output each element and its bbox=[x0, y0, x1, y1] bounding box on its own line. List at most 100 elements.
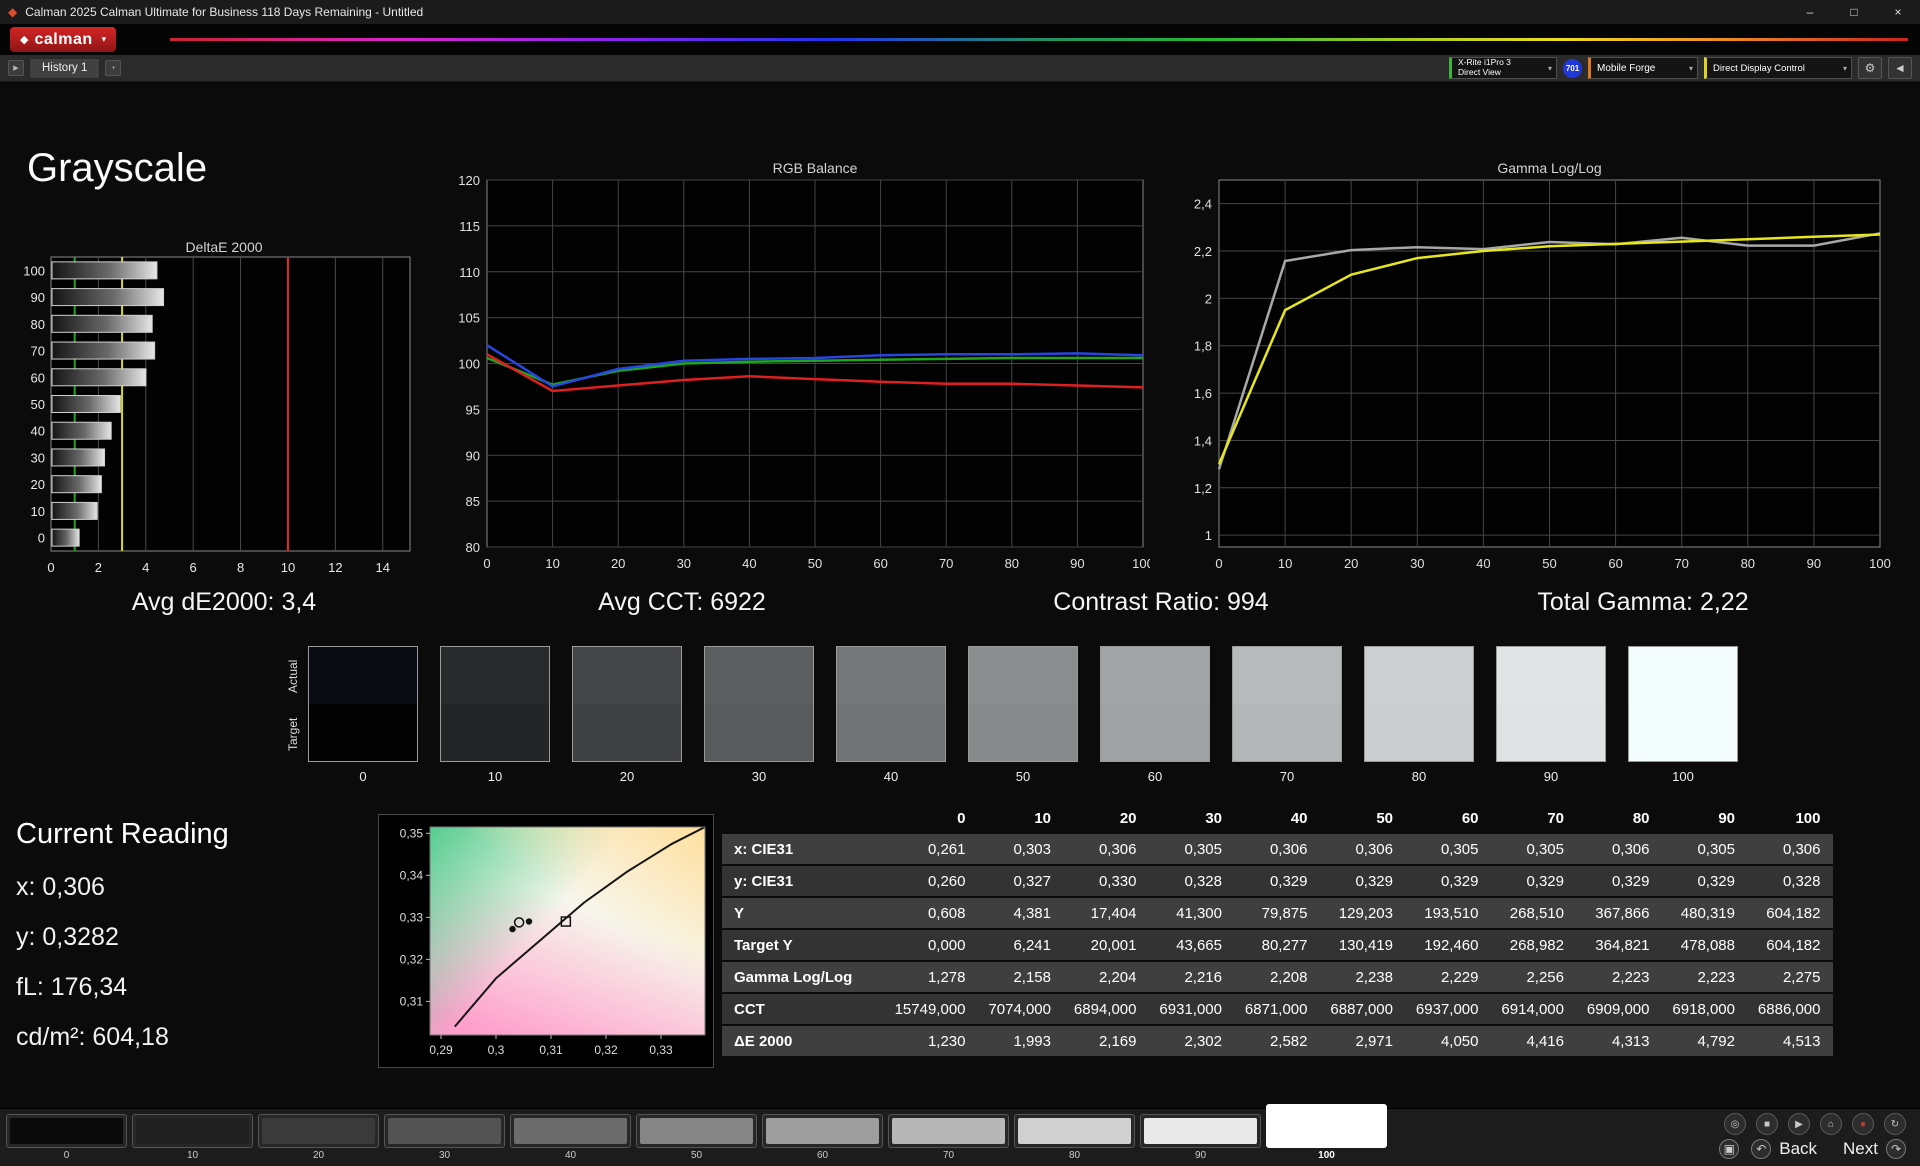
collapse-panel-button[interactable]: ◄ bbox=[1888, 57, 1912, 79]
svg-text:0,31: 0,31 bbox=[539, 1043, 563, 1057]
source-dropdown[interactable]: Mobile Forge ▾ bbox=[1588, 57, 1698, 79]
level-swatch-frame bbox=[132, 1114, 253, 1148]
table-cell: 4,050 bbox=[1405, 1026, 1491, 1056]
table-col-header: 50 bbox=[1376, 809, 1393, 827]
settings-button[interactable]: ⚙ bbox=[1858, 57, 1882, 79]
loop-button[interactable]: ↻ bbox=[1884, 1113, 1906, 1135]
next-button[interactable]: Next ↷ bbox=[1843, 1139, 1906, 1159]
current-reading-title: Current Reading bbox=[16, 818, 229, 850]
svg-text:40: 40 bbox=[1476, 556, 1490, 571]
cie-chart: 0,35 0,34 0,33 0,32 0,31 0,29 0,3 0,31 0,32 0,33 bbox=[400, 826, 706, 1057]
close-button[interactable]: × bbox=[1876, 0, 1920, 24]
svg-text:10: 10 bbox=[1278, 556, 1292, 571]
level-button-70[interactable]: 70 bbox=[888, 1114, 1009, 1162]
chevron-down-icon: ▾ bbox=[1547, 63, 1552, 73]
level-swatch bbox=[514, 1118, 627, 1144]
level-button-100[interactable]: 100 bbox=[1266, 1104, 1387, 1162]
table-cell: 6937,000 bbox=[1405, 994, 1491, 1024]
table-cell: 79,875 bbox=[1234, 898, 1320, 928]
calman-diamond-icon: ◆ bbox=[20, 34, 29, 46]
back-arrow-icon: ↶ bbox=[1751, 1139, 1772, 1159]
table-cell: 4,513 bbox=[1747, 1026, 1833, 1056]
layout-button[interactable]: ▣ bbox=[1719, 1139, 1740, 1159]
table-col-header: 40 bbox=[1290, 809, 1308, 827]
table-cell: 6886,000 bbox=[1747, 994, 1833, 1024]
history-prev-button[interactable]: ▶ bbox=[8, 60, 24, 76]
table-cell: 0,305 bbox=[1148, 834, 1234, 864]
calman-menu-button[interactable]: ◆ calman ▾ bbox=[10, 27, 117, 52]
home-button[interactable]: ⌂ bbox=[1820, 1113, 1842, 1135]
table-cell: 15749,000 bbox=[892, 994, 978, 1024]
grayscale-swatch-20: 20 bbox=[572, 646, 682, 784]
level-label: 80 bbox=[1068, 1150, 1081, 1161]
level-button-50[interactable]: 50 bbox=[636, 1114, 757, 1162]
svg-text:20: 20 bbox=[1344, 556, 1358, 571]
back-button[interactable]: ↶ Back bbox=[1751, 1139, 1817, 1159]
avg-cct-stat: Avg CCT: 6922 bbox=[598, 588, 766, 616]
reading-cdm2: cd/m²: 604,18 bbox=[16, 1023, 169, 1051]
table-cell: 2,208 bbox=[1234, 962, 1320, 992]
table-cell: 0,328 bbox=[1747, 866, 1833, 896]
table-cell: 478,088 bbox=[1661, 930, 1747, 960]
add-tab-button[interactable]: + bbox=[105, 60, 122, 76]
swatch-colors bbox=[968, 646, 1078, 762]
back-label: Back bbox=[1779, 1139, 1818, 1158]
avg-de2000-stat: Avg dE2000: 3,4 bbox=[131, 588, 317, 616]
svg-text:110: 110 bbox=[459, 265, 480, 280]
play-button[interactable]: ▶ bbox=[1788, 1113, 1810, 1135]
svg-text:0: 0 bbox=[1215, 556, 1222, 571]
level-button-80[interactable]: 80 bbox=[1014, 1114, 1135, 1162]
level-button-40[interactable]: 40 bbox=[510, 1114, 631, 1162]
level-button-20[interactable]: 20 bbox=[258, 1114, 379, 1162]
svg-text:2: 2 bbox=[95, 560, 102, 575]
table-cell: 17,404 bbox=[1063, 898, 1149, 928]
meter-dropdown[interactable]: X-Rite i1Pro 3 Direct View ▾ bbox=[1449, 57, 1557, 79]
table-cell: 2,216 bbox=[1148, 962, 1234, 992]
table-cell: 6,241 bbox=[977, 930, 1063, 960]
swatch-step-label: 70 bbox=[1279, 769, 1295, 784]
svg-text:0,29: 0,29 bbox=[429, 1043, 453, 1057]
meter-button[interactable]: ◎ bbox=[1724, 1113, 1746, 1135]
svg-text:90: 90 bbox=[1070, 556, 1084, 571]
level-swatch bbox=[136, 1118, 249, 1144]
record-button[interactable]: ● bbox=[1852, 1113, 1874, 1135]
svg-text:1,8: 1,8 bbox=[1194, 339, 1212, 354]
table-cell: 43,665 bbox=[1148, 930, 1234, 960]
maximize-button[interactable]: □ bbox=[1832, 0, 1876, 24]
svg-text:50: 50 bbox=[808, 556, 822, 571]
swatch-actual bbox=[309, 647, 417, 704]
stop-button[interactable]: ■ bbox=[1756, 1113, 1778, 1135]
table-row-label: y: CIE31 bbox=[722, 866, 892, 896]
minimize-button[interactable]: – bbox=[1788, 0, 1832, 24]
level-button-60[interactable]: 60 bbox=[762, 1114, 883, 1162]
level-button-30[interactable]: 30 bbox=[384, 1114, 505, 1162]
svg-text:80: 80 bbox=[31, 317, 45, 332]
level-button-10[interactable]: 10 bbox=[132, 1114, 253, 1162]
level-swatch-frame bbox=[258, 1114, 379, 1148]
svg-text:105: 105 bbox=[458, 311, 480, 326]
table-row: ΔE 2000 1,230 1,993 2,169 2,302 2,582 2,971 4,0… bbox=[722, 1026, 1834, 1056]
swatch-actual bbox=[837, 647, 945, 704]
level-button-0[interactable]: 0 bbox=[6, 1114, 127, 1162]
de-bar-0 bbox=[51, 528, 80, 547]
level-swatch-frame bbox=[384, 1114, 505, 1148]
display-control-dropdown[interactable]: Direct Display Control ▾ bbox=[1704, 57, 1852, 79]
level-label: 0 bbox=[63, 1150, 70, 1161]
table-row: y: CIE31 0,260 0,327 0,330 0,328 0,329 0,329 0,… bbox=[722, 866, 1834, 896]
delta-e-chart: 10090807060504030201000 2 4 6 8 10 12 14 bbox=[24, 256, 411, 575]
de-bar-40 bbox=[51, 421, 112, 440]
table-cell: 6887,000 bbox=[1319, 994, 1405, 1024]
table-cell: 6871,000 bbox=[1234, 994, 1320, 1024]
title-bar: ◆ Calman 2025 Calman Ultimate for Busine… bbox=[0, 0, 1920, 24]
level-swatch-frame bbox=[1140, 1114, 1261, 1148]
svg-text:4: 4 bbox=[142, 560, 149, 575]
table-cell: 41,300 bbox=[1148, 898, 1234, 928]
table-cell: 0,305 bbox=[1661, 834, 1747, 864]
table-cell: 0,327 bbox=[977, 866, 1063, 896]
level-button-90[interactable]: 90 bbox=[1140, 1114, 1261, 1162]
svg-text:0: 0 bbox=[38, 531, 45, 546]
table-row-label: ΔE 2000 bbox=[722, 1026, 892, 1056]
table-cell: 6918,000 bbox=[1661, 994, 1747, 1024]
tab-history-1[interactable]: History 1 bbox=[29, 57, 101, 79]
table-cell: 2,204 bbox=[1063, 962, 1149, 992]
